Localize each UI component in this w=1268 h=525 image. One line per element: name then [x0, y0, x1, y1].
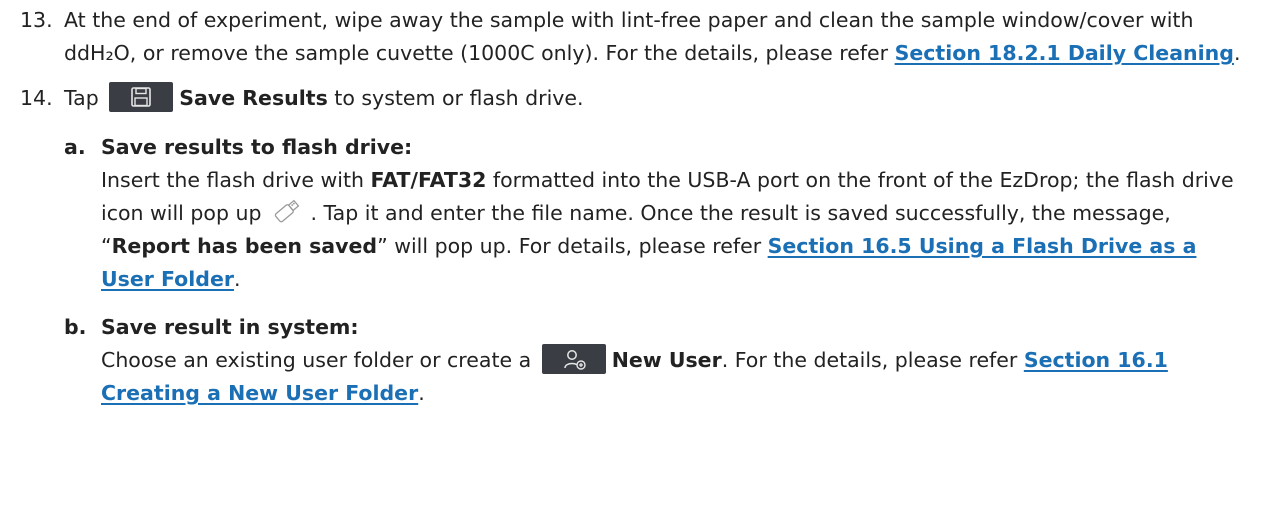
format-label: FAT/FAT32: [370, 168, 487, 192]
new-user-button[interactable]: [541, 344, 606, 374]
substep-text: Choose an existing user folder or create…: [101, 348, 538, 372]
substep-text: ” will pop up. For details, please refer: [377, 234, 768, 258]
substep-end: .: [233, 267, 241, 291]
save-floppy-icon: [131, 87, 152, 107]
step-text: to system or flash drive.: [327, 86, 584, 110]
step-13: 13. At the end of experiment, wipe away …: [0, 4, 1268, 70]
substep-title: Save result in system:: [101, 315, 359, 339]
save-results-label: Save Results: [179, 86, 328, 110]
link-daily-cleaning[interactable]: Section 18.2.1 Daily Cleaning: [895, 41, 1234, 65]
step-number: 13.: [20, 8, 53, 32]
saved-message: Report has been saved: [111, 234, 378, 258]
step-number: 14.: [20, 86, 53, 110]
substep-title: Save results to flash drive:: [101, 135, 413, 159]
substep-letter: a.: [64, 135, 86, 159]
new-user-label: New User: [611, 348, 722, 372]
save-results-button[interactable]: [109, 82, 174, 112]
substep-letter: b.: [64, 315, 87, 339]
new-user-icon: [563, 350, 586, 370]
document-body: 13. At the end of experiment, wipe away …: [0, 0, 1268, 410]
step-end: .: [1233, 41, 1241, 65]
substep-text: Insert the flash drive with: [101, 168, 371, 192]
substep-b: b. Save result in system: Choose an exis…: [64, 311, 1248, 410]
step-14: 14. Tap Save Results to system or flash …: [0, 82, 1268, 410]
substep-end: .: [418, 381, 425, 405]
usb-flash-drive-icon[interactable]: [270, 196, 304, 226]
substep-a: a. Save results to flash drive: Insert t…: [64, 131, 1248, 296]
step-tap-text: Tap: [64, 86, 99, 110]
substep-text: . For the details, please refer: [721, 348, 1024, 372]
